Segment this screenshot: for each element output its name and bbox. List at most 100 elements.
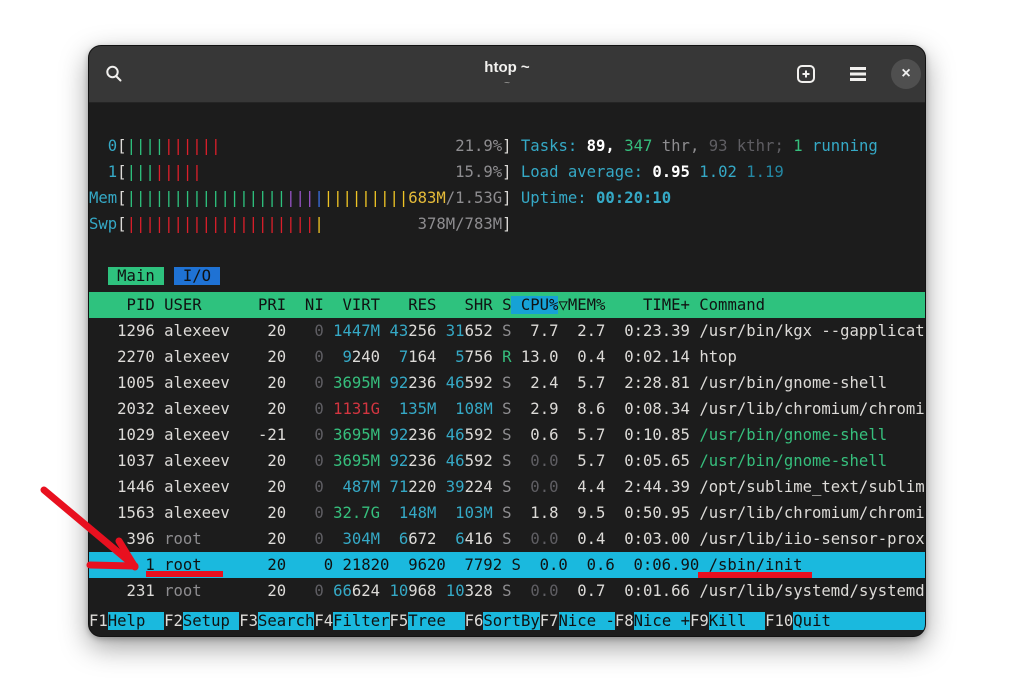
process-row-text: 108M	[436, 400, 492, 418]
fn-quit-button[interactable]: Quit	[793, 612, 924, 630]
header-col-command[interactable]: Command	[690, 296, 925, 314]
process-row-text: 46	[436, 426, 464, 444]
process-row: 1037 alexeev 20 0 3695M 92236 46592 S 0.…	[89, 448, 926, 474]
tab-main[interactable]: Main	[108, 267, 164, 285]
process-row-text: 2270 alexeev 20	[89, 348, 286, 366]
process-row-text: 231	[89, 582, 164, 600]
process-row: 1563 alexeev 20 0 32.7G 148M 103M S 1.8 …	[89, 500, 926, 526]
header-col-mem[interactable]: MEM%	[568, 296, 606, 314]
process-row-text: 1446 alexeev 20	[89, 478, 286, 496]
process-row-highlighted[interactable]: 1 root 20 0 21820 9620 7792 S 0.0 0.6 0:…	[89, 552, 926, 578]
fn-setup-button[interactable]: Setup	[183, 612, 239, 630]
fn-tree-button[interactable]: Tree	[408, 612, 464, 630]
process-row-text: /usr/bin/gnome-shell	[690, 452, 887, 470]
process-row-text	[324, 582, 333, 600]
process-row-text: R	[493, 348, 512, 366]
meter-cpu0-text: ,	[690, 137, 699, 155]
meter-cpu1-text: 1.19	[737, 163, 784, 181]
process-row-text: 10	[436, 582, 464, 600]
process-row-text: 2.7	[558, 322, 605, 340]
process-row-text: 592	[465, 426, 493, 444]
header-cols-left[interactable]: PID USER PRI NI VIRT RES SHR S	[89, 296, 511, 314]
process-row-text: 0:10.85	[605, 426, 690, 444]
process-row-text: 8.6	[558, 400, 605, 418]
swp-bars-red: ||||||||||||||||||||	[127, 215, 315, 233]
tab-io[interactable]: I/O	[174, 267, 221, 285]
process-row-text: 652	[465, 322, 493, 340]
process-row-text	[436, 348, 455, 366]
process-row-text: 0.0	[512, 478, 559, 496]
meter-cpu1-text: 1.02	[690, 163, 737, 181]
process-row-text: 5.7	[558, 374, 605, 392]
process-row-text: 92	[380, 374, 408, 392]
process-row-text: 0	[286, 348, 324, 366]
new-tab-button[interactable]	[789, 57, 823, 91]
process-row-text: 3695M	[324, 426, 380, 444]
meter-cpu0-text: thr	[652, 137, 690, 155]
process-row-text: 0:50.95	[605, 504, 690, 522]
process-row-text: 328	[465, 582, 493, 600]
fn-filter-button[interactable]: Filter	[333, 612, 389, 630]
cpu1-bars-green: |||	[127, 163, 155, 181]
process-row-text: 103M	[436, 504, 492, 522]
hamburger-menu-icon	[848, 66, 868, 82]
process-row-text: 6	[455, 530, 464, 548]
menu-button[interactable]	[841, 57, 875, 91]
process-row: 1005 alexeev 20 0 3695M 92236 46592 S 2.…	[89, 370, 926, 396]
process-row-text: 0.4	[559, 530, 606, 548]
process-row-text: 2.4	[512, 374, 559, 392]
table-header: PID USER PRI NI VIRT RES SHR S CPU%▽MEM%…	[89, 292, 926, 318]
process-row-text: 2:28.81	[605, 374, 690, 392]
process-row-text: 43	[380, 322, 408, 340]
fn-key-f9: F9	[690, 612, 709, 630]
meter-cpu0-text: 89,	[577, 137, 615, 155]
process-row-text: 39	[436, 478, 464, 496]
mem-bars-green: |||||||||||||||||	[127, 189, 287, 207]
process-row-text: 236	[408, 452, 436, 470]
meter-cpu0: 0[|||||||||| 21.9%] Tasks: 89, 347 thr, …	[89, 133, 926, 159]
close-button[interactable]: ×	[891, 59, 921, 89]
terminal-htop[interactable]: 0[|||||||||| 21.9%] Tasks: 89, 347 thr, …	[89, 103, 926, 637]
cpu0-label: 0	[108, 137, 117, 155]
process-row-text: 240	[352, 348, 380, 366]
process-row-text: S	[493, 478, 512, 496]
tabs-row-text	[164, 267, 173, 285]
fn-nice-plus-button[interactable]: Nice +	[634, 612, 690, 630]
meter-cpu1-text: 0.95	[643, 163, 690, 181]
meter-mem-text: Uptime:	[521, 189, 587, 207]
process-row-text: S	[493, 400, 512, 418]
titlebar[interactable]: htop ~ ~ ×	[89, 46, 925, 103]
close-icon: ×	[901, 66, 910, 82]
process-row-text: 304M	[324, 530, 380, 548]
cpu0-bars-green: ||||	[127, 137, 165, 155]
tabs-row-text	[89, 267, 108, 285]
meter-cpu0-text: [	[117, 137, 126, 155]
fn-search-button[interactable]: Search	[258, 612, 314, 630]
process-row-text: 0	[286, 374, 324, 392]
function-key-bar: F1Help F2Setup F3SearchF4FilterF5Tree F6…	[89, 608, 926, 634]
desktop: htop ~ ~ × 0[||||||||	[0, 0, 1009, 681]
process-row: 1296 alexeev 20 0 1447M 43256 31652 S 7.…	[89, 318, 926, 344]
process-row-text: 2032 alexeev 20	[89, 400, 286, 418]
process-row-text: 1447M	[324, 322, 380, 340]
fn-key-f10: F10	[765, 612, 793, 630]
meter-cpu0-text: 1	[784, 137, 803, 155]
fn-help-button[interactable]: Help	[108, 612, 164, 630]
meter-cpu1-text: Load average:	[521, 163, 643, 181]
cpu1-label: 1	[108, 163, 117, 181]
process-row-text: 31	[436, 322, 464, 340]
process-row-text: 135M	[380, 400, 436, 418]
process-row-text: 624	[352, 582, 380, 600]
process-row-text: 164	[408, 348, 436, 366]
fn-kill-button[interactable]: Kill	[709, 612, 765, 630]
fn-key-f2: F2	[164, 612, 183, 630]
meter-cpu1-text	[512, 163, 521, 181]
fn-nice-minus-button[interactable]: Nice -	[559, 612, 615, 630]
header-col-time[interactable]: TIME+	[605, 296, 690, 314]
header-col-cpu-sort[interactable]: CPU%	[511, 296, 558, 314]
process-row-text: 1296 alexeev 20	[89, 322, 286, 340]
process-row-text: 0	[286, 478, 324, 496]
fn-sortby-button[interactable]: SortBy	[483, 612, 539, 630]
search-button[interactable]	[97, 57, 131, 91]
process-row-text: 10	[380, 582, 408, 600]
